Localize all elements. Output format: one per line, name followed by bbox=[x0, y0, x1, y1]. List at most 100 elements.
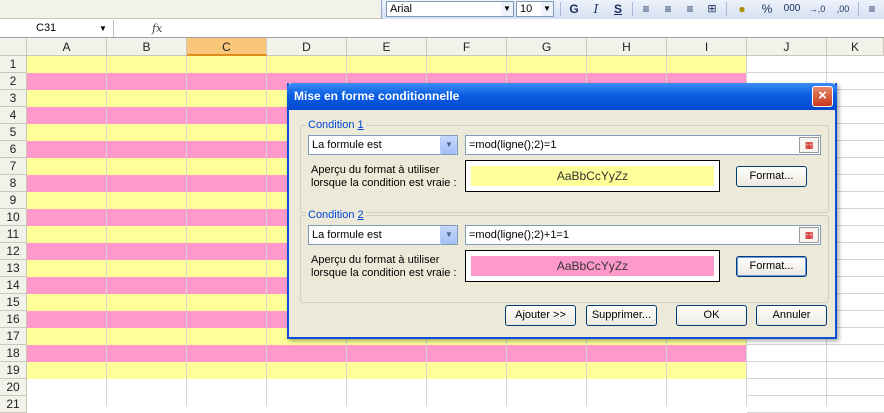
sheet-row: 19 bbox=[0, 362, 884, 379]
column-header-c[interactable]: C bbox=[187, 38, 267, 56]
font-name-select[interactable]: Arial ▼ bbox=[386, 1, 514, 17]
indent-icon[interactable]: ≡ bbox=[862, 1, 882, 17]
currency-icon[interactable]: ● bbox=[732, 1, 752, 17]
row-header-20[interactable]: 20 bbox=[0, 379, 27, 396]
gridline bbox=[747, 72, 884, 73]
row-header-16[interactable]: 16 bbox=[0, 311, 27, 328]
sheet-row: 20 bbox=[0, 379, 884, 396]
row-header-13[interactable]: 13 bbox=[0, 260, 27, 277]
underline-icon[interactable]: S bbox=[608, 1, 628, 17]
condition-1-type-select[interactable]: La formule est ▼ bbox=[308, 135, 458, 155]
add-condition-button[interactable]: Ajouter >> bbox=[505, 305, 576, 326]
row-header-18[interactable]: 18 bbox=[0, 345, 27, 362]
condition-1-formula-value: =mod(ligne();2)=1 bbox=[469, 139, 557, 151]
decrease-decimal-icon[interactable]: ,00 bbox=[832, 1, 854, 17]
fx-icon[interactable]: fx bbox=[152, 20, 166, 37]
bold-icon[interactable]: G bbox=[564, 1, 584, 17]
column-header-d[interactable]: D bbox=[267, 38, 347, 56]
condition-1-formula-input[interactable]: =mod(ligne();2)=1 ▦ bbox=[465, 135, 821, 155]
close-icon[interactable]: × bbox=[812, 86, 833, 107]
condition-1-legend: Condition 1 bbox=[306, 119, 366, 132]
thousands-icon[interactable]: 000 bbox=[780, 1, 804, 17]
condition-2-preview: AaBbCcYyZz bbox=[465, 250, 720, 282]
condition-1-format-button[interactable]: Format... bbox=[736, 166, 807, 187]
align-right-icon[interactable]: ≡ bbox=[680, 1, 700, 17]
sheet-row: 21 bbox=[0, 396, 884, 413]
column-header-i[interactable]: I bbox=[667, 38, 747, 56]
column-header-g[interactable]: G bbox=[507, 38, 587, 56]
formatted-cell-band[interactable] bbox=[27, 362, 747, 379]
condition-2-format-button[interactable]: Format... bbox=[736, 256, 807, 277]
collapse-dialog-icon[interactable]: ▦ bbox=[799, 137, 819, 153]
row-header-5[interactable]: 5 bbox=[0, 124, 27, 141]
formatted-cell-band[interactable] bbox=[27, 56, 747, 73]
condition-2-legend: Condition 2 bbox=[306, 209, 366, 222]
condition-2-type-select[interactable]: La formule est ▼ bbox=[308, 225, 458, 245]
toolbar-separator bbox=[560, 2, 561, 16]
row-header-1[interactable]: 1 bbox=[0, 56, 27, 73]
chevron-down-icon[interactable]: ▼ bbox=[501, 2, 513, 16]
toolbar-separator bbox=[858, 2, 859, 16]
gridline bbox=[266, 56, 267, 406]
italic-icon[interactable]: I bbox=[586, 1, 606, 17]
chevron-down-icon[interactable]: ▼ bbox=[440, 136, 457, 154]
percent-icon[interactable]: % bbox=[757, 1, 777, 17]
ok-button[interactable]: OK bbox=[676, 305, 747, 326]
row-header-21[interactable]: 21 bbox=[0, 396, 27, 413]
row-header-6[interactable]: 6 bbox=[0, 141, 27, 158]
row-header-11[interactable]: 11 bbox=[0, 226, 27, 243]
condition-2-type-value: La formule est bbox=[312, 229, 382, 241]
row-header-7[interactable]: 7 bbox=[0, 158, 27, 175]
column-header-j[interactable]: J bbox=[747, 38, 827, 56]
toolbar-separator bbox=[632, 2, 633, 16]
row-header-9[interactable]: 9 bbox=[0, 192, 27, 209]
formula-input[interactable] bbox=[170, 20, 884, 37]
row-header-15[interactable]: 15 bbox=[0, 294, 27, 311]
align-left-icon[interactable]: ≡ bbox=[636, 1, 656, 17]
column-header-row: ABCDEFGHIJK bbox=[0, 38, 884, 56]
row-header-8[interactable]: 8 bbox=[0, 175, 27, 192]
column-header-k[interactable]: K bbox=[827, 38, 884, 56]
chevron-down-icon[interactable]: ▼ bbox=[96, 20, 110, 37]
font-size-select[interactable]: 10 ▼ bbox=[516, 1, 554, 17]
gridline bbox=[747, 344, 884, 345]
row-header-12[interactable]: 12 bbox=[0, 243, 27, 260]
gridline bbox=[747, 361, 884, 362]
toolbar-separator bbox=[726, 2, 727, 16]
font-name-value: Arial bbox=[390, 3, 413, 15]
column-header-e[interactable]: E bbox=[347, 38, 427, 56]
column-header-f[interactable]: F bbox=[427, 38, 507, 56]
sheet-row: 1 bbox=[0, 56, 884, 73]
row-header-2[interactable]: 2 bbox=[0, 73, 27, 90]
delete-condition-button[interactable]: Supprimer... bbox=[586, 305, 657, 326]
formula-bar: C31 ▼ fx bbox=[0, 19, 884, 38]
condition-2-formula-input[interactable]: =mod(ligne();2)+1=1 ▦ bbox=[465, 225, 821, 245]
cancel-button[interactable]: Annuler bbox=[756, 305, 827, 326]
row-header-14[interactable]: 14 bbox=[0, 277, 27, 294]
dialog-title-bar[interactable]: Mise en forme conditionnelle × bbox=[287, 83, 837, 110]
merge-center-icon[interactable]: ⊞ bbox=[702, 1, 722, 17]
gridline bbox=[747, 395, 884, 396]
condition-1-preview-label: Aperçu du format à utiliser lorsque la c… bbox=[311, 164, 457, 189]
align-center-icon[interactable]: ≡ bbox=[658, 1, 678, 17]
chevron-down-icon[interactable]: ▼ bbox=[440, 226, 457, 244]
column-header-a[interactable]: A bbox=[27, 38, 107, 56]
row-header-4[interactable]: 4 bbox=[0, 107, 27, 124]
condition-1-preview-text: AaBbCcYyZz bbox=[471, 166, 714, 186]
row-header-3[interactable]: 3 bbox=[0, 90, 27, 107]
row-header-17[interactable]: 17 bbox=[0, 328, 27, 345]
formatted-cell-band[interactable] bbox=[27, 345, 747, 362]
column-header-h[interactable]: H bbox=[587, 38, 667, 56]
increase-decimal-icon[interactable]: →,0 bbox=[806, 1, 828, 17]
select-all-corner[interactable] bbox=[0, 38, 27, 56]
collapse-dialog-icon[interactable]: ▦ bbox=[799, 227, 819, 243]
condition-2-preview-label: Aperçu du format à utiliser lorsque la c… bbox=[311, 254, 457, 279]
formatting-toolbar: Arial ▼ 10 ▼ G I S ≡ ≡ ≡ ⊞ ● % 000 →,0 ,… bbox=[381, 0, 884, 19]
row-header-19[interactable]: 19 bbox=[0, 362, 27, 379]
column-header-b[interactable]: B bbox=[107, 38, 187, 56]
chevron-down-icon[interactable]: ▼ bbox=[541, 2, 553, 16]
standard-toolbar: Arial ▼ 10 ▼ G I S ≡ ≡ ≡ ⊞ ● % 000 →,0 ,… bbox=[0, 0, 884, 19]
row-header-10[interactable]: 10 bbox=[0, 209, 27, 226]
gridline bbox=[106, 56, 107, 406]
condition-2-group: Condition 2 La formule est ▼ =mod(ligne(… bbox=[300, 209, 829, 303]
